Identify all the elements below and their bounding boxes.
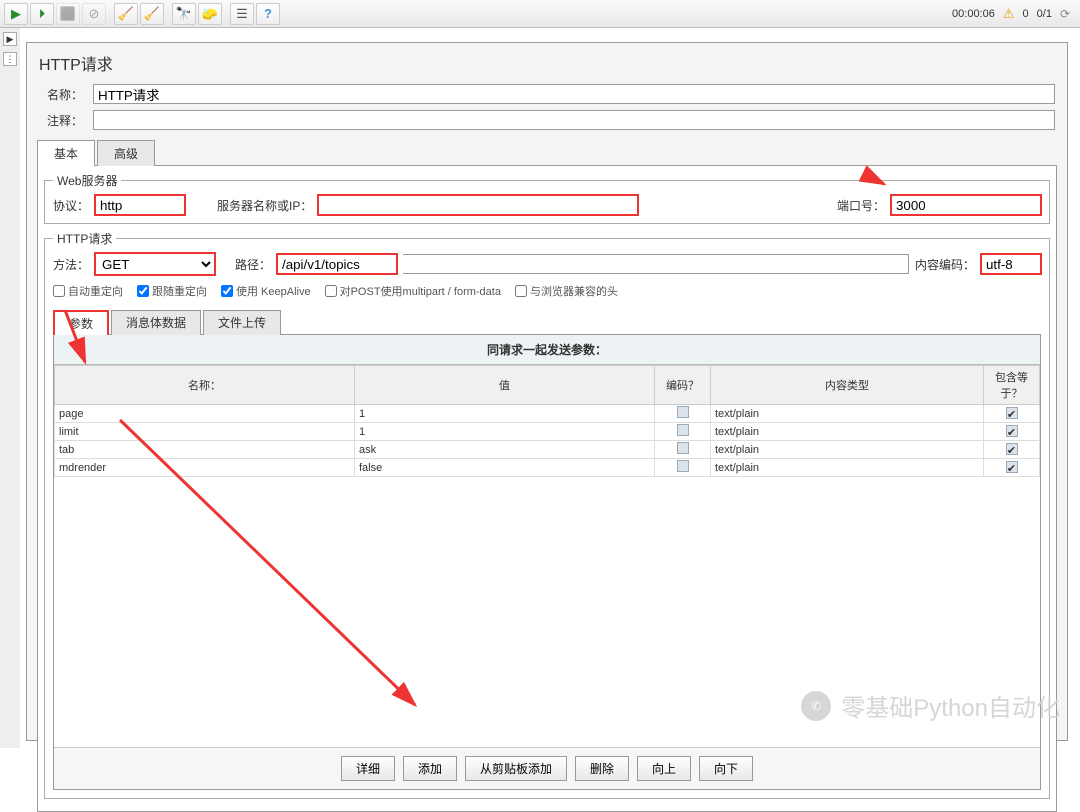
- subtab-files[interactable]: 文件上传: [203, 310, 281, 335]
- top-toolbar: ▶ ⏵ ⬛ ⊘ 🧹 🧹 🔭 🧽 ☰ ? 00:00:06 ⚠ 0 0/1 ⟳: [0, 0, 1080, 28]
- multipart-checkbox[interactable]: 对POST使用multipart / form-data: [325, 283, 501, 299]
- tab-basic[interactable]: 基本: [37, 140, 95, 166]
- start-no-pause-button[interactable]: ⏵: [30, 3, 54, 25]
- elapsed-time: 00:00:06: [952, 8, 995, 20]
- cell-encode[interactable]: [655, 459, 711, 477]
- name-input[interactable]: [93, 84, 1055, 104]
- cell-content-type[interactable]: text/plain: [711, 405, 984, 423]
- method-select[interactable]: GET: [95, 253, 215, 275]
- protocol-input[interactable]: [95, 195, 185, 215]
- cell-include-equals[interactable]: ✔: [984, 405, 1040, 423]
- protocol-label: 协议：: [53, 197, 89, 214]
- port-input[interactable]: [891, 195, 1041, 215]
- cell-include-equals[interactable]: ✔: [984, 441, 1040, 459]
- browser-headers-checkbox[interactable]: 与浏览器兼容的头: [515, 283, 618, 299]
- cell-value[interactable]: 1: [355, 405, 655, 423]
- add-from-clipboard-button[interactable]: 从剪贴板添加: [465, 756, 567, 781]
- auto-redirect-checkbox[interactable]: 自动重定向: [53, 283, 123, 299]
- start-button[interactable]: ▶: [4, 3, 28, 25]
- comment-label: 注释：: [39, 112, 87, 129]
- cell-name[interactable]: page: [55, 405, 355, 423]
- detail-button[interactable]: 详细: [341, 756, 395, 781]
- warning-count: 0: [1023, 8, 1029, 20]
- subtab-params[interactable]: 参数: [53, 310, 109, 335]
- table-row[interactable]: page1 text/plain✔: [55, 405, 1040, 423]
- cell-name[interactable]: tab: [55, 441, 355, 459]
- cell-content-type[interactable]: text/plain: [711, 459, 984, 477]
- warning-icon: ⚠: [1003, 6, 1015, 22]
- params-table[interactable]: 名称： 值 编码？ 内容类型 包含等于？ page1text/plain✔lim…: [54, 365, 1040, 477]
- spinner-icon: ⟳: [1060, 7, 1070, 21]
- cell-encode[interactable]: [655, 423, 711, 441]
- cell-include-equals[interactable]: ✔: [984, 423, 1040, 441]
- keep-alive-checkbox[interactable]: 使用 KeepAlive: [221, 283, 311, 299]
- stop-button[interactable]: ⬛: [56, 3, 80, 25]
- port-label: 端口号：: [837, 197, 885, 214]
- col-include-equals: 包含等于？: [984, 366, 1040, 405]
- web-server-fieldset: Web服务器 协议： 服务器名称或IP： 端口号：: [44, 172, 1050, 224]
- collapse-icon[interactable]: ⋮: [3, 52, 17, 66]
- web-server-legend: Web服务器: [53, 172, 121, 189]
- cell-name[interactable]: limit: [55, 423, 355, 441]
- table-row[interactable]: mdrenderfalse text/plain✔: [55, 459, 1040, 477]
- col-value: 值: [355, 366, 655, 405]
- reset-search-button[interactable]: 🧽: [198, 3, 222, 25]
- params-title: 同请求一起发送参数：: [54, 335, 1040, 365]
- shutdown-button[interactable]: ⊘: [82, 3, 106, 25]
- params-panel: 同请求一起发送参数： 名称： 值 编码？ 内容类型 包含等于？ page1 tex…: [53, 334, 1041, 790]
- cell-value[interactable]: ask: [355, 441, 655, 459]
- path-input[interactable]: [277, 254, 397, 274]
- path-label: 路径：: [235, 256, 271, 273]
- tab-advanced[interactable]: 高级: [97, 140, 155, 166]
- name-label: 名称：: [39, 86, 87, 103]
- clear-all-button[interactable]: 🧹: [140, 3, 164, 25]
- server-label: 服务器名称或IP：: [217, 197, 312, 214]
- cell-content-type[interactable]: text/plain: [711, 441, 984, 459]
- clear-button[interactable]: 🧹: [114, 3, 138, 25]
- cell-value[interactable]: 1: [355, 423, 655, 441]
- down-button[interactable]: 向下: [699, 756, 753, 781]
- cell-encode[interactable]: [655, 441, 711, 459]
- follow-redirect-checkbox[interactable]: 跟随重定向: [137, 283, 207, 299]
- http-request-legend: HTTP请求: [53, 230, 116, 247]
- comment-input[interactable]: [93, 110, 1055, 130]
- cell-name[interactable]: mdrender: [55, 459, 355, 477]
- col-content-type: 内容类型: [711, 366, 984, 405]
- encoding-input[interactable]: [981, 254, 1041, 274]
- help-button[interactable]: ?: [256, 3, 280, 25]
- table-row[interactable]: tabask text/plain✔: [55, 441, 1040, 459]
- cell-encode[interactable]: [655, 405, 711, 423]
- cell-value[interactable]: false: [355, 459, 655, 477]
- server-input[interactable]: [318, 195, 638, 215]
- col-encode: 编码？: [655, 366, 711, 405]
- delete-button[interactable]: 删除: [575, 756, 629, 781]
- up-button[interactable]: 向上: [637, 756, 691, 781]
- function-helper-button[interactable]: ☰: [230, 3, 254, 25]
- panel-title: HTTP请求: [27, 43, 1067, 81]
- encoding-label: 内容编码：: [915, 256, 975, 273]
- method-label: 方法：: [53, 256, 89, 273]
- add-button[interactable]: 添加: [403, 756, 457, 781]
- run-icon[interactable]: ▶: [3, 32, 17, 46]
- http-request-fieldset: HTTP请求 方法： GET 路径： 内容编码： 自动重定向 跟随重定向 使用 …: [44, 230, 1050, 799]
- progress-text: 0/1: [1037, 8, 1052, 20]
- params-empty-area[interactable]: [54, 477, 1040, 747]
- path-input-ext[interactable]: [403, 254, 909, 274]
- col-name: 名称：: [55, 366, 355, 405]
- cell-content-type[interactable]: text/plain: [711, 423, 984, 441]
- table-row[interactable]: limit1 text/plain✔: [55, 423, 1040, 441]
- left-strip: ▶ ⋮: [0, 28, 20, 748]
- subtab-body[interactable]: 消息体数据: [111, 310, 201, 335]
- search-button[interactable]: 🔭: [172, 3, 196, 25]
- cell-include-equals[interactable]: ✔: [984, 459, 1040, 477]
- http-sampler-panel: HTTP请求 名称： 注释： 基本 高级 Web服务器 协议： 服务器名称或IP…: [26, 42, 1068, 741]
